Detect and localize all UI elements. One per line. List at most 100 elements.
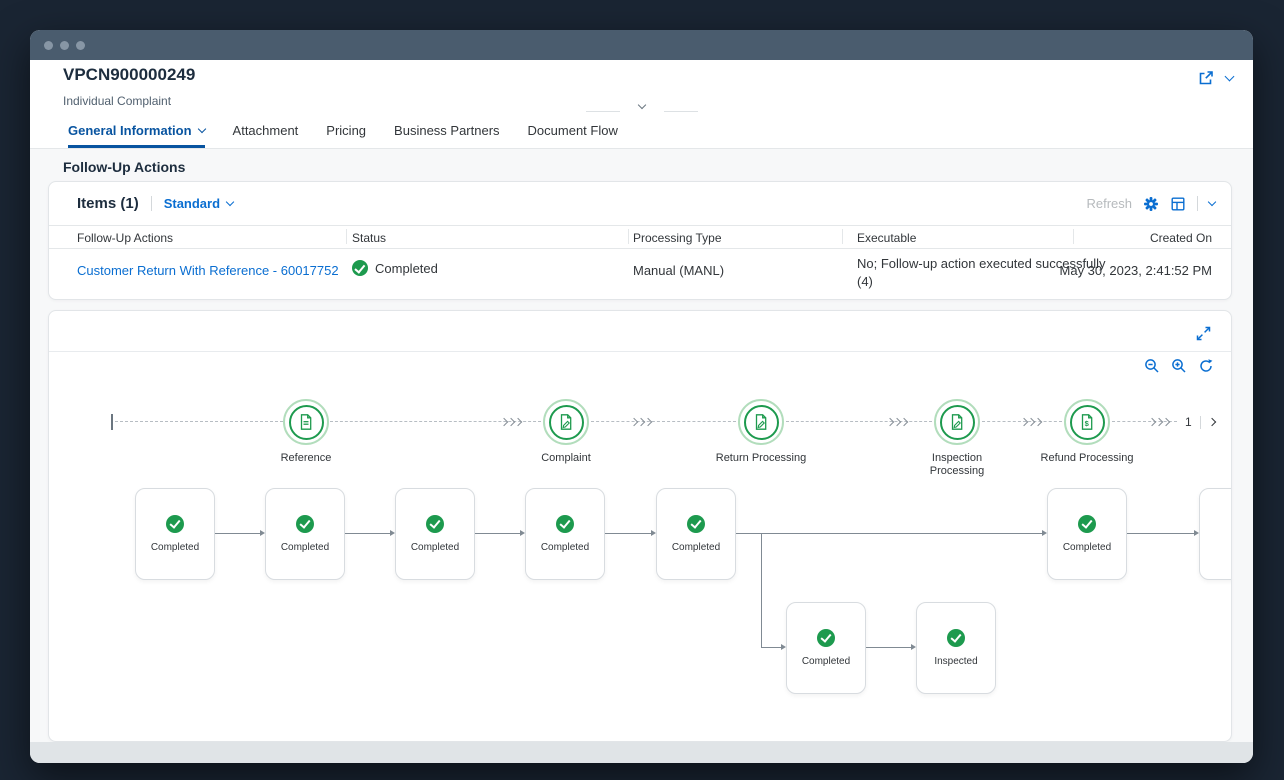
completed-icon	[817, 629, 835, 647]
tab-business-partners[interactable]: Business Partners	[394, 118, 500, 148]
header-actions-dropdown-button[interactable]	[1224, 71, 1235, 82]
column-separator	[842, 229, 843, 244]
window-control-dot[interactable]	[76, 40, 85, 50]
app-window: VPCN900000249 Individual Complaint Gener…	[30, 30, 1253, 763]
follow-up-action-link[interactable]: Customer Return With Reference - 6001775…	[77, 263, 339, 278]
flow-node-inspection-processing[interactable]	[934, 399, 980, 445]
zoom-in-icon	[1171, 358, 1187, 374]
divider	[585, 111, 620, 112]
completed-status-icon	[352, 260, 368, 276]
export-menu-button[interactable]	[1207, 197, 1217, 207]
edit-document-icon	[743, 404, 779, 440]
card-status-label: Completed	[540, 542, 590, 553]
tab-label: General Information	[68, 123, 192, 138]
export-button[interactable]	[1170, 196, 1186, 212]
chevron-down-icon	[1207, 197, 1217, 207]
zoom-toolbar	[1144, 358, 1214, 374]
column-header-processing-type[interactable]: Processing Type	[633, 231, 722, 245]
svg-text:$: $	[1085, 419, 1090, 428]
chevron-right-icon	[1207, 417, 1216, 427]
table-row[interactable]: Customer Return With Reference - 6001775…	[49, 249, 1231, 299]
tab-label: Business Partners	[394, 123, 500, 138]
divider	[663, 111, 698, 112]
flow-pager: 1	[1185, 415, 1216, 429]
flow-node-label: Reference	[280, 452, 332, 464]
column-header-status[interactable]: Status	[352, 231, 386, 245]
table-toolbar-actions: Refresh	[1086, 182, 1217, 225]
divider	[150, 196, 152, 211]
table-header-row: Follow-Up Actions Status Processing Type…	[49, 225, 1231, 249]
flow-node-complaint[interactable]	[543, 399, 589, 445]
flow-status-card[interactable]: Completed	[395, 488, 475, 580]
column-header-follow-up-actions[interactable]: Follow-Up Actions	[77, 231, 173, 245]
window-control-dot[interactable]	[60, 40, 69, 50]
tab-document-flow[interactable]: Document Flow	[528, 118, 618, 148]
card-status-label: Completed	[150, 542, 200, 553]
view-selector-label: Standard	[163, 196, 221, 211]
flow-status-card[interactable]: Completed	[525, 488, 605, 580]
full-screen-button[interactable]	[1196, 326, 1211, 341]
header-actions	[1198, 70, 1235, 86]
completed-icon	[556, 515, 574, 533]
flow-connector	[786, 421, 932, 422]
flow-branch-line	[761, 534, 762, 648]
refresh-button[interactable]: Refresh	[1086, 196, 1132, 211]
open-in-icon	[1198, 70, 1214, 86]
gear-icon	[1143, 196, 1159, 212]
flow-direction-icon	[1019, 417, 1043, 427]
tab-pricing[interactable]: Pricing	[326, 118, 366, 148]
column-separator	[1073, 229, 1074, 244]
reset-zoom-button[interactable]	[1198, 358, 1214, 374]
processing-type-cell: Manual (MANL)	[633, 263, 725, 278]
page-title: VPCN900000249	[63, 65, 196, 84]
tab-attachment[interactable]: Attachment	[233, 118, 299, 148]
flow-node-return-processing[interactable]	[738, 399, 784, 445]
flow-direction-icon	[1147, 417, 1171, 427]
flow-status-card[interactable]: Completed	[1047, 488, 1127, 580]
column-header-created-on[interactable]: Created On	[1150, 231, 1212, 245]
tab-general-information[interactable]: General Information	[68, 118, 206, 148]
expand-icon	[1196, 326, 1211, 341]
flow-node-reference[interactable]	[283, 399, 329, 445]
zoom-in-button[interactable]	[1171, 358, 1187, 374]
refund-document-icon: $	[1069, 404, 1105, 440]
tab-label: Document Flow	[527, 123, 618, 138]
flow-status-card[interactable]: Inspected	[916, 602, 996, 694]
view-selector[interactable]: Standard	[163, 196, 235, 211]
completed-icon	[687, 515, 705, 533]
card-status-label: Inspected	[934, 656, 978, 667]
window-titlebar	[30, 30, 1253, 60]
flow-node-label: Refund Processing	[1040, 452, 1134, 464]
divider	[49, 351, 1231, 352]
flow-status-card[interactable]: Completed	[265, 488, 345, 580]
chevron-down-icon	[197, 124, 206, 134]
window-control-dot[interactable]	[44, 40, 53, 50]
flow-direction-icon	[629, 417, 653, 427]
chevron-down-icon	[1224, 71, 1235, 82]
page-subtitle: Individual Complaint	[63, 94, 172, 108]
flow-status-card-partial[interactable]	[1199, 488, 1231, 580]
completed-icon	[1078, 515, 1096, 533]
app-content: VPCN900000249 Individual Complaint Gener…	[30, 60, 1253, 742]
tab-bar: General Information Attachment Pricing B…	[68, 118, 618, 148]
column-header-executable[interactable]: Executable	[857, 231, 916, 245]
share-button[interactable]	[1198, 70, 1214, 86]
created-on-cell: May 30, 2023, 2:41:52 PM	[1059, 263, 1212, 278]
tab-label: Pricing	[326, 123, 367, 138]
chevron-down-icon	[225, 197, 235, 207]
flow-status-card[interactable]: Completed	[786, 602, 866, 694]
settings-button[interactable]	[1143, 196, 1159, 212]
zoom-out-button[interactable]	[1144, 358, 1160, 374]
document-icon	[288, 404, 324, 440]
flow-connector	[591, 421, 736, 422]
flow-node-label: Inspection Processing	[929, 452, 985, 477]
chevron-down-icon	[637, 100, 646, 110]
pager-next-button[interactable]	[1207, 417, 1216, 427]
follow-up-actions-panel: Items (1) Standard Refresh Follow-Up Act…	[48, 181, 1232, 300]
items-count-label: Items (1)	[77, 195, 139, 212]
flow-status-card[interactable]: Completed	[656, 488, 736, 580]
flow-node-refund-processing[interactable]: $	[1064, 399, 1110, 445]
flow-arrow	[475, 529, 525, 536]
flow-status-card[interactable]: Completed	[135, 488, 215, 580]
collapse-header-button[interactable]	[629, 100, 654, 118]
